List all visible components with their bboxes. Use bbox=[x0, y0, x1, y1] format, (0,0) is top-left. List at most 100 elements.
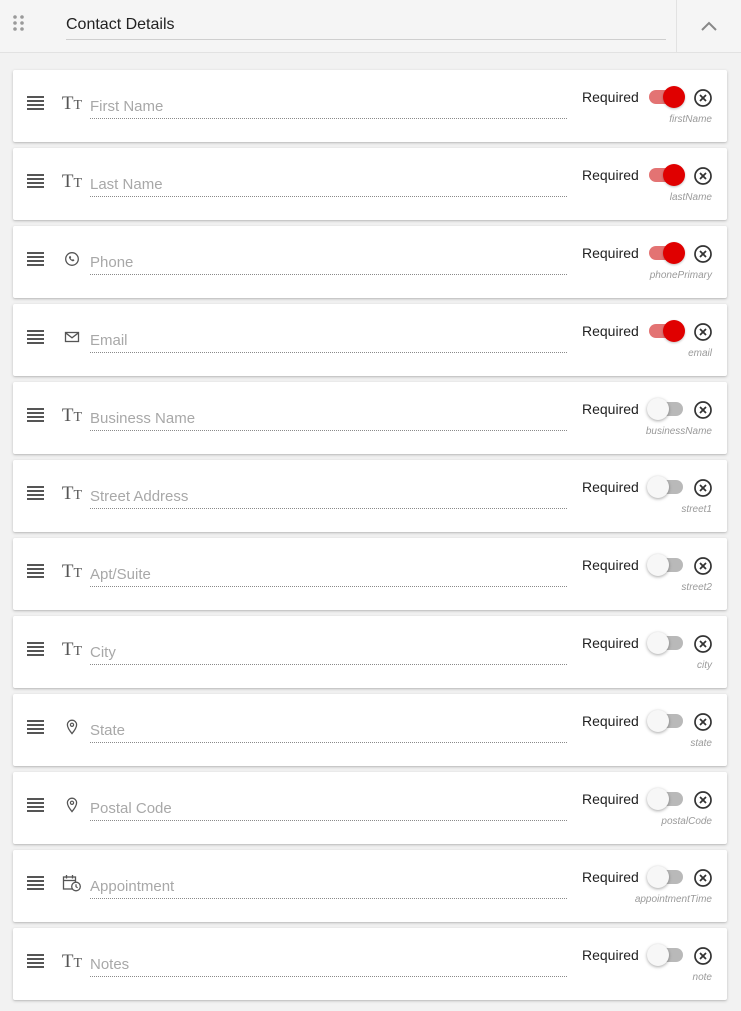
collapse-button[interactable] bbox=[676, 0, 741, 52]
field-label-input[interactable] bbox=[90, 328, 567, 353]
remove-field-button[interactable] bbox=[693, 88, 713, 108]
reorder-handle-icon[interactable] bbox=[27, 720, 44, 734]
field-card: TT Required firstName bbox=[13, 70, 727, 142]
field-label-text-input[interactable] bbox=[90, 94, 567, 118]
required-toggle[interactable] bbox=[647, 944, 685, 966]
field-label-text-input[interactable] bbox=[90, 796, 567, 820]
field-api-name: postalCode bbox=[661, 816, 712, 827]
field-label-input[interactable] bbox=[90, 796, 567, 821]
required-label: Required bbox=[582, 791, 639, 807]
map-pin-icon bbox=[61, 794, 83, 816]
field-card: TT Required businessName bbox=[13, 382, 727, 454]
required-toggle[interactable] bbox=[647, 320, 685, 342]
field-label-input[interactable] bbox=[90, 718, 567, 743]
required-toggle[interactable] bbox=[647, 554, 685, 576]
close-circle-icon bbox=[693, 635, 713, 658]
reorder-handle-icon[interactable] bbox=[27, 642, 44, 656]
field-label-input[interactable] bbox=[90, 874, 567, 899]
remove-field-button[interactable] bbox=[693, 556, 713, 576]
required-toggle[interactable] bbox=[647, 476, 685, 498]
toggle-thumb bbox=[647, 632, 669, 654]
field-card: Required state bbox=[13, 694, 727, 766]
field-api-name: street2 bbox=[681, 582, 712, 593]
section-header: Contact Details bbox=[0, 0, 741, 53]
field-api-name: appointmentTime bbox=[634, 894, 712, 905]
reorder-handle-icon[interactable] bbox=[27, 96, 44, 110]
section-title-field[interactable]: Contact Details bbox=[66, 12, 666, 40]
field-label-text-input[interactable] bbox=[90, 406, 567, 430]
reorder-handle-icon[interactable] bbox=[27, 408, 44, 422]
reorder-handle-icon[interactable] bbox=[27, 486, 44, 500]
drag-grip-icon[interactable] bbox=[12, 14, 26, 32]
required-label: Required bbox=[582, 167, 639, 183]
field-label-text-input[interactable] bbox=[90, 874, 567, 898]
toggle-thumb bbox=[663, 242, 685, 264]
toggle-thumb bbox=[647, 398, 669, 420]
field-card: TT Required note bbox=[13, 928, 727, 1000]
reorder-handle-icon[interactable] bbox=[27, 330, 44, 344]
text-type-icon: TT bbox=[61, 404, 83, 426]
field-label-input[interactable] bbox=[90, 250, 567, 275]
remove-field-button[interactable] bbox=[693, 244, 713, 264]
field-label-text-input[interactable] bbox=[90, 952, 567, 976]
field-label-text-input[interactable] bbox=[90, 250, 567, 274]
field-label-text-input[interactable] bbox=[90, 718, 567, 742]
field-label-text-input[interactable] bbox=[90, 328, 567, 352]
field-label-input[interactable] bbox=[90, 172, 567, 197]
field-label-text-input[interactable] bbox=[90, 172, 567, 196]
close-circle-icon bbox=[693, 401, 713, 424]
reorder-handle-icon[interactable] bbox=[27, 954, 44, 968]
required-label: Required bbox=[582, 323, 639, 339]
field-label-input[interactable] bbox=[90, 484, 567, 509]
remove-field-button[interactable] bbox=[693, 946, 713, 966]
reorder-handle-icon[interactable] bbox=[27, 876, 44, 890]
field-label-text-input[interactable] bbox=[90, 640, 567, 664]
close-circle-icon bbox=[693, 167, 713, 190]
toggle-thumb bbox=[663, 164, 685, 186]
field-api-name: note bbox=[692, 972, 712, 983]
required-toggle[interactable] bbox=[647, 866, 685, 888]
required-toggle[interactable] bbox=[647, 632, 685, 654]
required-label: Required bbox=[582, 869, 639, 885]
remove-field-button[interactable] bbox=[693, 400, 713, 420]
reorder-handle-icon[interactable] bbox=[27, 174, 44, 188]
required-label: Required bbox=[582, 713, 639, 729]
field-api-name: firstName bbox=[669, 114, 712, 125]
required-label: Required bbox=[582, 89, 639, 105]
field-api-name: street1 bbox=[681, 504, 712, 515]
field-label-input[interactable] bbox=[90, 952, 567, 977]
remove-field-button[interactable] bbox=[693, 166, 713, 186]
field-label-input[interactable] bbox=[90, 562, 567, 587]
field-label-text-input[interactable] bbox=[90, 562, 567, 586]
remove-field-button[interactable] bbox=[693, 634, 713, 654]
toggle-thumb bbox=[663, 86, 685, 108]
reorder-handle-icon[interactable] bbox=[27, 564, 44, 578]
section-title: Contact Details bbox=[66, 16, 175, 33]
toggle-thumb bbox=[647, 866, 669, 888]
field-card: Required phonePrimary bbox=[13, 226, 727, 298]
reorder-handle-icon[interactable] bbox=[27, 798, 44, 812]
toggle-thumb bbox=[647, 476, 669, 498]
required-label: Required bbox=[582, 245, 639, 261]
required-toggle[interactable] bbox=[647, 710, 685, 732]
remove-field-button[interactable] bbox=[693, 322, 713, 342]
required-toggle[interactable] bbox=[647, 788, 685, 810]
field-label-text-input[interactable] bbox=[90, 484, 567, 508]
field-label-input[interactable] bbox=[90, 640, 567, 665]
remove-field-button[interactable] bbox=[693, 478, 713, 498]
required-label: Required bbox=[582, 947, 639, 963]
field-api-name: phonePrimary bbox=[649, 270, 712, 281]
toggle-thumb bbox=[663, 320, 685, 342]
remove-field-button[interactable] bbox=[693, 790, 713, 810]
reorder-handle-icon[interactable] bbox=[27, 252, 44, 266]
field-label-input[interactable] bbox=[90, 94, 567, 119]
required-toggle[interactable] bbox=[647, 164, 685, 186]
remove-field-button[interactable] bbox=[693, 712, 713, 732]
required-toggle[interactable] bbox=[647, 242, 685, 264]
field-label-input[interactable] bbox=[90, 406, 567, 431]
required-toggle[interactable] bbox=[647, 398, 685, 420]
required-toggle[interactable] bbox=[647, 86, 685, 108]
field-card: Required email bbox=[13, 304, 727, 376]
remove-field-button[interactable] bbox=[693, 868, 713, 888]
text-type-icon: TT bbox=[61, 170, 83, 192]
